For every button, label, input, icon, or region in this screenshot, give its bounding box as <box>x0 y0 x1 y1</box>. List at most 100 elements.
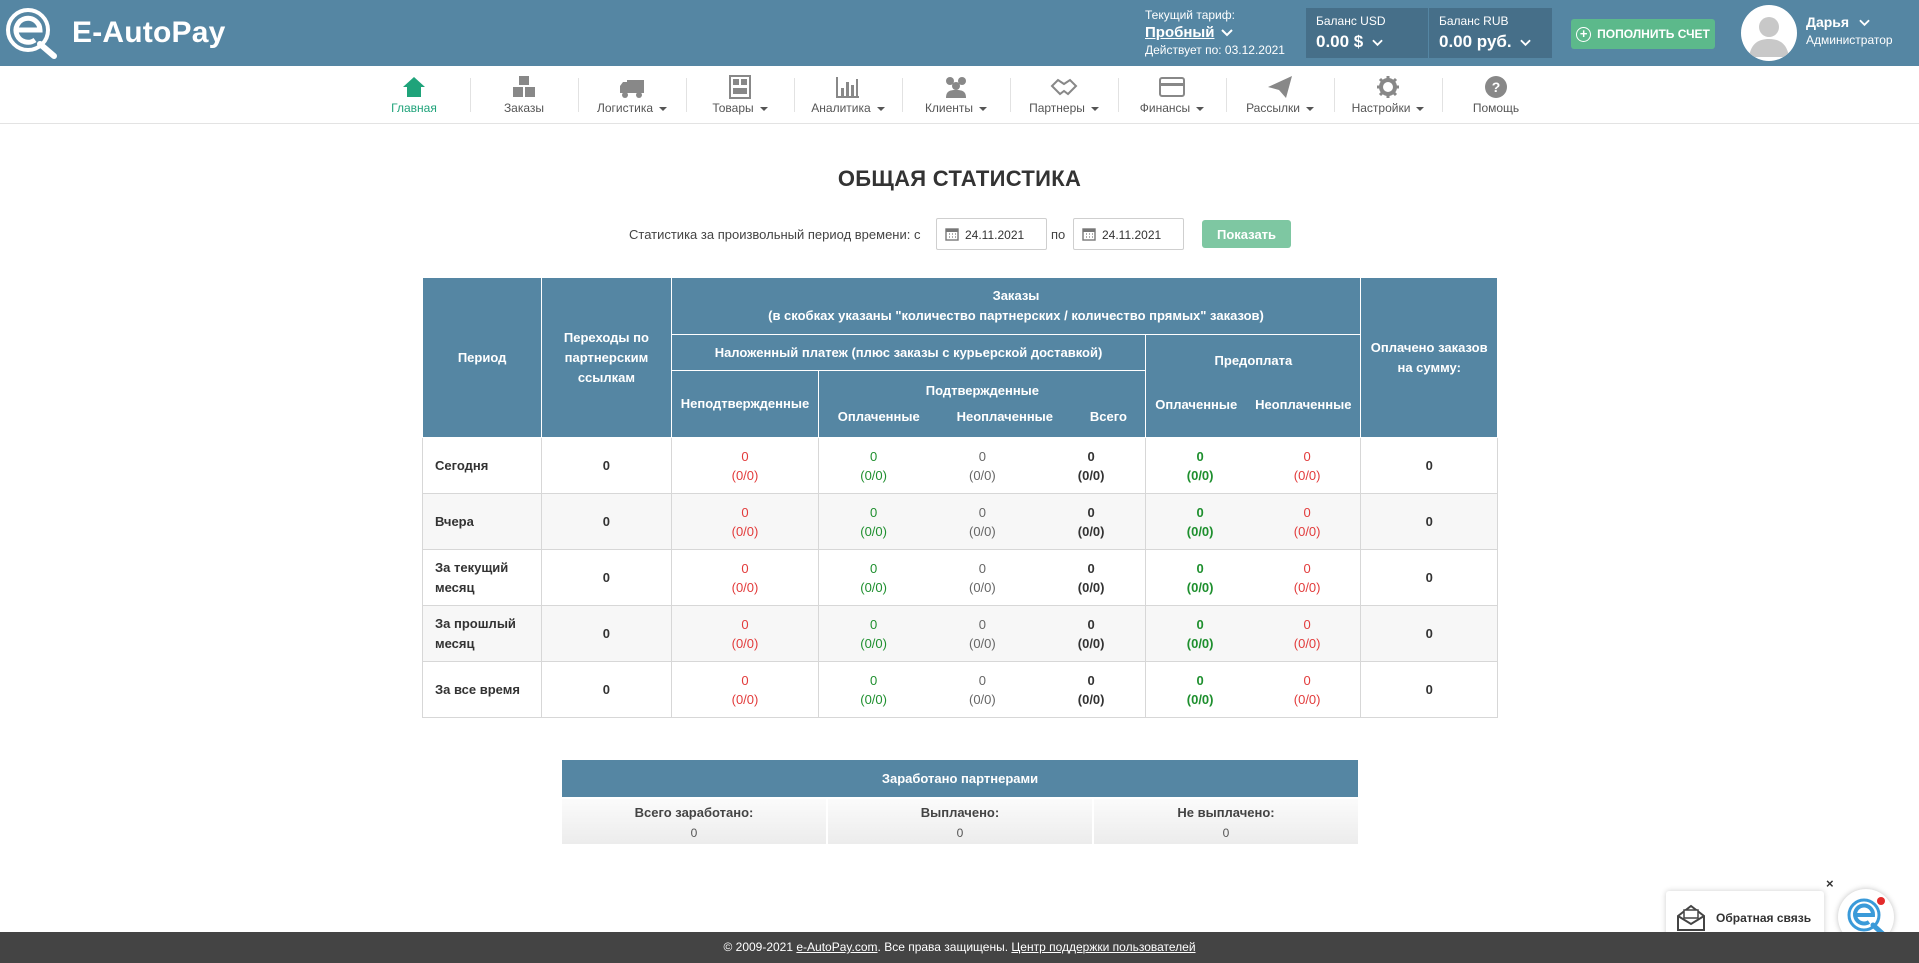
main-nav: Главная Заказы Логистика Товары Аналитик… <box>0 66 1919 124</box>
nav-item-finance[interactable]: Финансы <box>1118 66 1226 124</box>
row-transitions: 0 <box>541 549 672 606</box>
nav-label: Аналитика <box>811 101 871 115</box>
row-paid-value: 0 <box>869 448 878 464</box>
logo-icon <box>6 8 57 59</box>
row-period: За все время <box>421 661 543 718</box>
row-unconfirmed-cell: 0 (0/0) <box>670 437 820 494</box>
gear-icon <box>1377 76 1399 98</box>
row-unpaid-cell: 0 (0/0) <box>927 493 1037 550</box>
row-unpaid-cell: 0 (0/0) <box>927 437 1037 494</box>
row-preunpaid-value: 0 <box>1303 672 1311 688</box>
boxes-icon <box>513 76 535 97</box>
row-total-cell: 0 (0/0) <box>1036 549 1147 606</box>
balance-rub[interactable]: Баланс RUB 0.00 руб. <box>1429 8 1552 58</box>
table-row: За все время 0 0 (0/0) 0 (0/0) 0 (0/0) 0 (0/0) 0 (0… <box>421 661 1498 718</box>
row-transitions: 0 <box>541 661 672 718</box>
row-prepaid-value: 0 <box>1196 672 1204 688</box>
row-preunpaid-sub: (0/0) <box>1293 467 1321 483</box>
nav-label: Партнеры <box>1029 101 1085 115</box>
nav-item-analytics[interactable]: Аналитика <box>794 66 902 124</box>
row-unconfirmed-cell: 0 (0/0) <box>670 493 820 550</box>
row-preunpaid-sub: (0/0) <box>1293 579 1321 595</box>
partners-earnings: Заработано партнерами Всего заработано: … <box>562 760 1358 844</box>
row-prepaid-cell: 0 (0/0) <box>1145 437 1254 494</box>
nav-item-orders[interactable]: Заказы <box>470 66 578 124</box>
row-paid-value: 0 <box>869 672 878 688</box>
header-confirmed: Подтвержденные Оплаченные Неоплаченные В… <box>818 370 1147 438</box>
nav-item-settings[interactable]: Настройки <box>1334 66 1442 124</box>
balance-usd[interactable]: Баланс USD 0.00 $ <box>1306 8 1428 58</box>
nav-item-products[interactable]: Товары <box>686 66 794 124</box>
chevron-down-icon <box>1859 19 1870 27</box>
row-prepaid-sub: (0/0) <box>1186 467 1214 483</box>
feedback-close-icon[interactable]: × <box>1826 876 1834 891</box>
notification-dot <box>1877 897 1885 905</box>
row-unpaid-sub: (0/0) <box>969 635 996 651</box>
row-paid-cell: 0 (0/0) <box>818 493 928 550</box>
page-title: ОБЩАЯ СТАТИСТИКА <box>837 166 1082 191</box>
balance-rub-value: 0.00 руб. <box>1439 32 1512 51</box>
row-paid-cell: 0 (0/0) <box>818 605 928 662</box>
nav-item-mailing[interactable]: Рассылки <box>1226 66 1334 124</box>
mail-icon <box>1677 904 1705 931</box>
row-unconfirmed-sub: (0/0) <box>731 635 759 651</box>
credit-card-icon <box>1159 77 1185 97</box>
row-prepaid-cell: 0 (0/0) <box>1145 549 1254 606</box>
row-preunpaid-cell: 0 (0/0) <box>1253 437 1362 494</box>
tariff-plan-dropdown[interactable]: Пробный <box>1145 24 1285 42</box>
calendar-icon <box>1082 228 1096 241</box>
row-period: Сегодня <box>421 437 543 494</box>
header-period: Период <box>421 277 543 438</box>
topup-button[interactable]: + ПОПОЛНИТЬ СЧЕТ <box>1571 19 1715 49</box>
show-button[interactable]: Показать <box>1202 220 1291 248</box>
header-prepay: Предоплата Оплаченные Неоплаченные <box>1145 334 1362 438</box>
header-confirmed-total: Всего <box>1089 409 1127 424</box>
nav-item-clients[interactable]: Клиенты <box>902 66 1010 124</box>
user-menu[interactable]: Дарья <box>1806 14 1870 30</box>
row-unconfirmed-value: 0 <box>741 560 749 576</box>
date-from-input[interactable]: 24.11.2021 <box>936 218 1047 250</box>
row-preunpaid-cell: 0 (0/0) <box>1253 549 1362 606</box>
footer-site-link[interactable]: e-AutoPay.com <box>796 940 877 954</box>
row-sum: 0 <box>1360 437 1498 494</box>
nav-item-help[interactable]: ? Помощь <box>1442 66 1550 124</box>
row-total-value: 0 <box>1087 560 1095 576</box>
nav-item-home[interactable]: Главная <box>360 66 468 124</box>
bar-chart-icon <box>836 77 859 98</box>
table-row: Вчера 0 0 (0/0) 0 (0/0) 0 (0/0) 0 (0/0) 0 (0/0) 0 (0/… <box>421 493 1498 550</box>
table-row: За прошлый месяц 0 0 (0/0) 0 (0/0) 0 (0/0) 0 (0/0… <box>421 605 1498 662</box>
row-paid-cell: 0 (0/0) <box>818 661 928 718</box>
shelves-icon <box>729 75 751 99</box>
row-preunpaid-sub: (0/0) <box>1293 635 1321 651</box>
filter-to-label: по <box>1051 227 1066 242</box>
row-total-cell: 0 (0/0) <box>1036 437 1147 494</box>
row-total-sub: (0/0) <box>1077 691 1105 707</box>
row-period: Вчера <box>421 493 543 550</box>
row-total-sub: (0/0) <box>1077 579 1105 595</box>
row-preunpaid-value: 0 <box>1303 616 1311 632</box>
truck-icon <box>620 80 644 98</box>
row-paid-value: 0 <box>869 616 878 632</box>
row-total-value: 0 <box>1087 504 1095 520</box>
row-prepaid-cell: 0 (0/0) <box>1145 493 1254 550</box>
date-to-input[interactable]: 24.11.2021 <box>1073 218 1184 250</box>
row-paid-cell: 0 (0/0) <box>818 549 928 606</box>
row-prepaid-sub: (0/0) <box>1186 635 1214 651</box>
row-unpaid-cell: 0 (0/0) <box>927 549 1037 606</box>
partners-paid-label: Выплачено: <box>920 805 1000 820</box>
nav-item-logistics[interactable]: Логистика <box>578 66 686 124</box>
footer-rights: . Все права защищены. <box>877 940 1009 954</box>
avatar[interactable] <box>1741 5 1797 61</box>
header-confirmed-paid: Оплаченные <box>837 409 920 424</box>
nav-label: Заказы <box>503 101 545 115</box>
logo[interactable]: E-AutoPay <box>4 4 226 62</box>
row-paid-cell: 0 (0/0) <box>818 437 928 494</box>
nav-item-partners[interactable]: Партнеры <box>1010 66 1118 124</box>
header-prepay-title: Предоплата <box>1214 353 1293 368</box>
header-transitions: Переходы по партнерским ссылкам <box>541 277 672 438</box>
row-total-sub: (0/0) <box>1077 635 1105 651</box>
row-total-cell: 0 (0/0) <box>1036 661 1147 718</box>
header-prepay-paid: Оплаченные <box>1155 397 1238 412</box>
svg-text:?: ? <box>1492 79 1501 95</box>
footer-support-link[interactable]: Центр поддержки пользователей <box>1011 940 1195 954</box>
